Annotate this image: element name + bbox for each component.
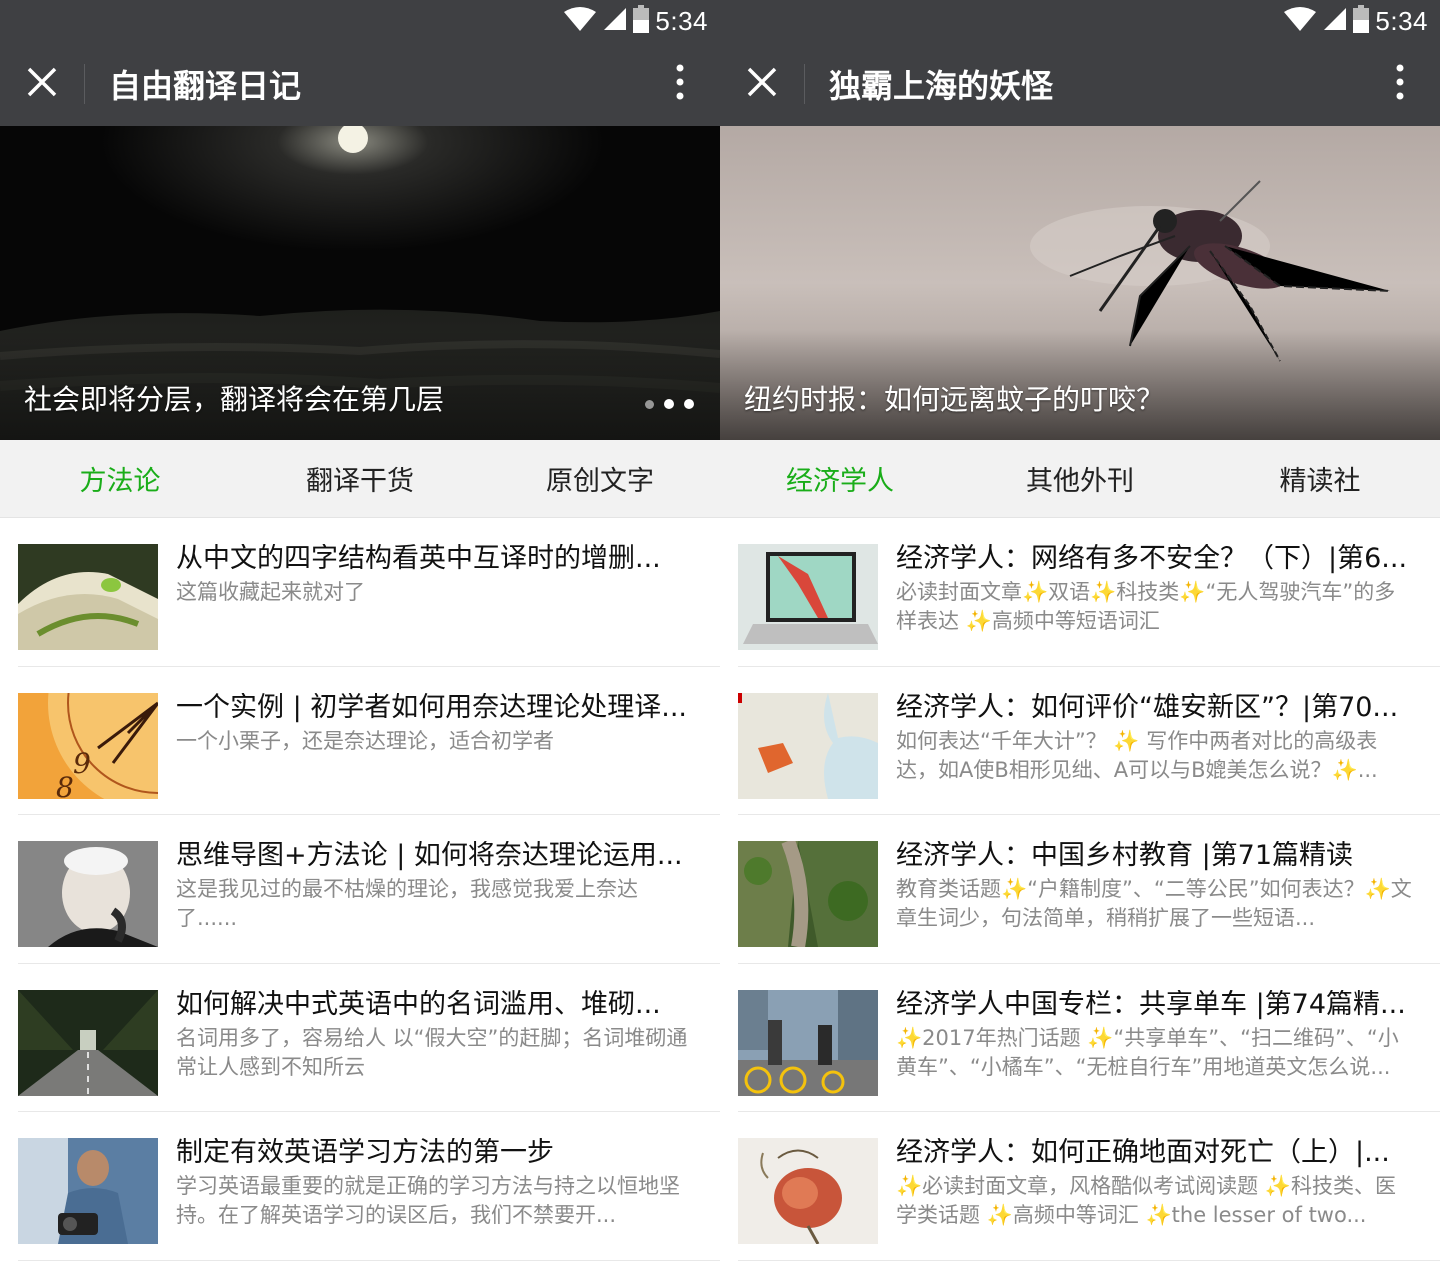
- article-thumbnail: 9 8: [18, 692, 158, 799]
- article-title: 经济学人中国专栏：共享单车 |第74篇精...: [896, 989, 1406, 1020]
- tab-other-journals[interactable]: 其他外刊: [960, 440, 1200, 517]
- article-title: 一个实例 | 初学者如何用奈达理论处理译...: [176, 692, 688, 723]
- tab-intensive-reading[interactable]: 精读社: [1200, 440, 1440, 517]
- article-thumbnail: [738, 841, 878, 947]
- close-button[interactable]: [0, 42, 84, 126]
- article-description: ✨2017年热门话题 ✨“共享单车”、“扫二维码”、“小黄车”、“小橘车”、“无…: [896, 1025, 1399, 1079]
- list-item[interactable]: 从中文的四字结构看英中互译时的增删... 这篇收藏起来就对了: [18, 518, 720, 667]
- more-vertical-icon: [675, 64, 685, 104]
- article-thumbnail: [18, 1138, 158, 1244]
- signal-icon: [603, 7, 627, 35]
- list-item[interactable]: 经济学人：中国乡村教育 |第71篇精读 教育类话题✨“户籍制度”、“二等公民”如…: [738, 815, 1440, 964]
- article-description: 一个小栗子，还是奈达理论，适合初学者: [176, 728, 554, 753]
- list-item[interactable]: 经济学人：网络有多不安全？（下）|第6... 必读封面文章✨双语✨科技类✨“无人…: [738, 518, 1440, 667]
- list-item[interactable]: 经济学人：如何评价“雄安新区”？|第70... 如何表达“千年大计”？ ✨ 写作…: [738, 667, 1440, 815]
- svg-text:8: 8: [56, 771, 74, 799]
- article-title: 经济学人：中国乡村教育 |第71篇精读: [896, 841, 1354, 871]
- article-text: 从中文的四字结构看英中互译时的增删... 这篇收藏起来就对了: [176, 544, 720, 666]
- tab-economist[interactable]: 经济学人: [720, 440, 960, 517]
- battery-icon: [1353, 5, 1370, 37]
- screen-right: 5:34 独霸上海的妖怪 纽约时报：如何远离蚊子的叮咬？ 经济学人 其他外刊 精…: [720, 0, 1440, 1280]
- category-tabs: 经济学人 其他外刊 精读社: [720, 440, 1440, 518]
- tab-translation-tips[interactable]: 翻译干货: [240, 440, 480, 517]
- more-button[interactable]: [1360, 42, 1440, 126]
- article-text: 如何解决中式英语中的名词滥用、堆砌... 名词用多了，容易给人 以“假大空”的赶…: [176, 990, 720, 1112]
- article-list: 经济学人：网络有多不安全？（下）|第6... 必读封面文章✨双语✨科技类✨“无人…: [720, 518, 1440, 1261]
- article-text: 经济学人：如何正确地面对死亡（上）|... ✨必读封面文章，风格酷似考试阅读题 …: [896, 1138, 1440, 1260]
- list-item[interactable]: 思维导图+方法论 | 如何将奈达理论运用... 这是我见过的最不枯燥的理论，我感…: [18, 815, 720, 964]
- status-time: 5:34: [1375, 5, 1428, 36]
- article-description: 这是我见过的最不枯燥的理论，我感觉我爱上奈达了......: [176, 877, 638, 930]
- svg-text:9: 9: [73, 747, 91, 780]
- banner-caption: 纽约时报：如何远离蚊子的叮咬？: [744, 383, 1165, 416]
- article-list: 从中文的四字结构看英中互译时的增删... 这篇收藏起来就对了 9 8 一个实例 …: [0, 518, 720, 1261]
- list-item[interactable]: 经济学人：如何正确地面对死亡（上）|... ✨必读封面文章，风格酷似考试阅读题 …: [738, 1112, 1440, 1261]
- more-vertical-icon: [1395, 64, 1405, 104]
- article-description: 必读封面文章✨双语✨科技类✨“无人驾驶汽车”的多样表达 ✨高频中等短语词汇: [896, 580, 1396, 633]
- article-description: 学习英语最重要的就是正确的学习方法与持之以恒地坚持。在了解英语学习的误区后，我们…: [176, 1174, 680, 1227]
- wifi-icon: [563, 6, 597, 36]
- article-title: 思维导图+方法论 | 如何将奈达理论运用...: [176, 841, 683, 871]
- status-time: 5:34: [655, 5, 708, 36]
- banner[interactable]: 纽约时报：如何远离蚊子的叮咬？: [720, 126, 1440, 440]
- list-item[interactable]: 经济学人中国专栏：共享单车 |第74篇精... ✨2017年热门话题 ✨“共享单…: [738, 964, 1440, 1112]
- pagination-dot: [684, 399, 694, 409]
- title-divider: [84, 64, 85, 104]
- article-text: 制定有效英语学习方法的第一步 学习英语最重要的就是正确的学习方法与持之以恒地坚持…: [176, 1138, 720, 1260]
- screen-left: 5:34 自由翻译日记 社会即将分层，翻译将会在第几层 方法论 翻译干货 原创文…: [0, 0, 720, 1280]
- article-thumbnail: [738, 692, 878, 799]
- pagination-dot-active: [664, 399, 674, 409]
- article-description: 名词用多了，容易给人 以“假大空”的赶脚；名词堆砌通常让人感到不知所云: [176, 1025, 688, 1079]
- signal-icon: [1323, 7, 1347, 35]
- article-text: 经济学人中国专栏：共享单车 |第74篇精... ✨2017年热门话题 ✨“共享单…: [896, 990, 1440, 1112]
- list-item[interactable]: 如何解决中式英语中的名词滥用、堆砌... 名词用多了，容易给人 以“假大空”的赶…: [18, 964, 720, 1112]
- list-item[interactable]: 9 8 一个实例 | 初学者如何用奈达理论处理译... 一个小栗子，还是奈达理论…: [18, 667, 720, 815]
- page-title: 自由翻译日记: [109, 67, 302, 105]
- article-thumbnail: [18, 989, 158, 1096]
- article-text: 经济学人：中国乡村教育 |第71篇精读 教育类话题✨“户籍制度”、“二等公民”如…: [896, 841, 1440, 963]
- article-thumbnail: [18, 841, 158, 947]
- top-bar: 自由翻译日记: [0, 42, 720, 126]
- article-description: 这篇收藏起来就对了: [176, 580, 365, 604]
- article-text: 思维导图+方法论 | 如何将奈达理论运用... 这是我见过的最不枯燥的理论，我感…: [176, 841, 720, 963]
- close-button[interactable]: [720, 42, 804, 126]
- category-tabs: 方法论 翻译干货 原创文字: [0, 440, 720, 518]
- article-text: 经济学人：网络有多不安全？（下）|第6... 必读封面文章✨双语✨科技类✨“无人…: [896, 544, 1440, 666]
- page-title: 独霸上海的妖怪: [829, 67, 1054, 105]
- tab-original-writing[interactable]: 原创文字: [480, 440, 720, 517]
- banner[interactable]: 社会即将分层，翻译将会在第几层: [0, 126, 720, 440]
- tab-methodology[interactable]: 方法论: [0, 440, 240, 517]
- article-thumbnail: [18, 544, 158, 650]
- article-description: 教育类话题✨“户籍制度”、“二等公民”如何表达？✨文章生词少，句法简单，稍稍扩展…: [896, 877, 1412, 930]
- article-thumbnail: [738, 1138, 878, 1244]
- battery-icon: [633, 5, 650, 37]
- more-button[interactable]: [640, 42, 720, 126]
- pagination-dot: [645, 399, 654, 409]
- status-bar: 5:34: [0, 0, 720, 42]
- article-description: 如何表达“千年大计”？ ✨ 写作中两者对比的高级表达，如A使B相形见绌、A可以与…: [896, 728, 1378, 782]
- article-title: 经济学人：如何正确地面对死亡（上）|...: [896, 1138, 1390, 1168]
- article-thumbnail: [738, 544, 878, 650]
- top-bar: 独霸上海的妖怪: [720, 42, 1440, 126]
- article-title: 制定有效英语学习方法的第一步: [176, 1138, 554, 1168]
- wifi-icon: [1283, 6, 1317, 36]
- article-title: 经济学人：网络有多不安全？（下）|第6...: [896, 544, 1408, 574]
- article-title: 从中文的四字结构看英中互译时的增删...: [176, 544, 661, 574]
- article-description: ✨必读封面文章，风格酷似考试阅读题 ✨科技类、医学类话题 ✨高频中等词汇 ✨th…: [896, 1174, 1396, 1227]
- article-text: 一个实例 | 初学者如何用奈达理论处理译... 一个小栗子，还是奈达理论，适合初…: [176, 693, 720, 815]
- banner-caption: 社会即将分层，翻译将会在第几层: [24, 383, 445, 416]
- article-thumbnail: [738, 989, 878, 1096]
- article-title: 经济学人：如何评价“雄安新区”？|第70...: [896, 692, 1399, 723]
- article-title: 如何解决中式英语中的名词滥用、堆砌...: [176, 989, 661, 1020]
- banner-pagination: [645, 399, 694, 409]
- title-divider: [804, 64, 805, 104]
- article-text: 经济学人：如何评价“雄安新区”？|第70... 如何表达“千年大计”？ ✨ 写作…: [896, 693, 1440, 815]
- list-item[interactable]: 制定有效英语学习方法的第一步 学习英语最重要的就是正确的学习方法与持之以恒地坚持…: [18, 1112, 720, 1261]
- close-icon: [27, 67, 57, 101]
- close-icon: [747, 67, 777, 101]
- status-bar: 5:34: [720, 0, 1440, 42]
